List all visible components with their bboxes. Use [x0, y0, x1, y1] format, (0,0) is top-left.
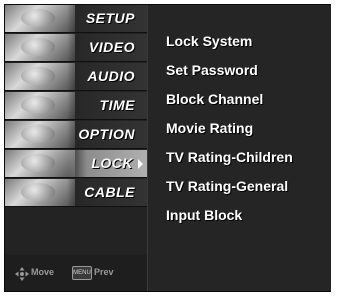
- setup-thumbnail-icon: [5, 5, 75, 32]
- option-lock-system[interactable]: Lock System: [166, 33, 252, 49]
- option-thumbnail-icon: [5, 121, 75, 148]
- menu-item-label: OPTION: [78, 126, 135, 142]
- menu-item-video[interactable]: VIDEO: [5, 34, 147, 62]
- menu-item-label: SETUP: [85, 10, 135, 26]
- time-thumbnail-icon: [5, 92, 75, 119]
- move-hint-label: Move: [31, 267, 55, 277]
- option-block-channel[interactable]: Block Channel: [166, 91, 263, 107]
- lock-thumbnail-icon: [5, 150, 75, 177]
- main-menu-sidebar: SETUP VIDEO AUDIO TIME OPTION LOCK CABLE…: [5, 5, 147, 291]
- option-input-block[interactable]: Input Block: [166, 207, 242, 223]
- menu-item-label: LOCK: [91, 155, 133, 171]
- menu-item-option[interactable]: OPTION: [5, 121, 147, 149]
- menu-key-icon: MENU: [72, 266, 92, 280]
- menu-item-audio[interactable]: AUDIO: [5, 63, 147, 91]
- option-set-password[interactable]: Set Password: [166, 62, 258, 78]
- submenu-arrow-icon: [138, 159, 143, 169]
- menu-item-setup[interactable]: SETUP: [5, 5, 147, 33]
- menu-item-cable[interactable]: CABLE: [5, 179, 147, 207]
- menu-item-label: CABLE: [84, 184, 135, 200]
- cable-thumbnail-icon: [5, 179, 75, 206]
- menu-item-label: AUDIO: [87, 68, 135, 84]
- lock-submenu-panel: Lock System Set Password Block Channel M…: [147, 5, 331, 291]
- menu-item-time[interactable]: TIME: [5, 92, 147, 120]
- tv-osd-screen: SETUP VIDEO AUDIO TIME OPTION LOCK CABLE…: [0, 0, 342, 299]
- move-arrows-icon: [15, 267, 29, 281]
- menu-item-lock[interactable]: LOCK: [5, 150, 147, 178]
- option-movie-rating[interactable]: Movie Rating: [166, 120, 253, 136]
- option-tv-rating-general[interactable]: TV Rating-General: [166, 178, 288, 194]
- osd-frame: SETUP VIDEO AUDIO TIME OPTION LOCK CABLE…: [4, 4, 331, 292]
- menu-item-label: VIDEO: [88, 39, 135, 55]
- audio-thumbnail-icon: [5, 63, 75, 90]
- video-thumbnail-icon: [5, 34, 75, 61]
- navigation-hint-bar: Move MENU Prev: [5, 255, 147, 291]
- prev-hint-label: Prev: [94, 267, 114, 277]
- menu-item-label: TIME: [99, 97, 135, 113]
- option-tv-rating-children[interactable]: TV Rating-Children: [166, 149, 293, 165]
